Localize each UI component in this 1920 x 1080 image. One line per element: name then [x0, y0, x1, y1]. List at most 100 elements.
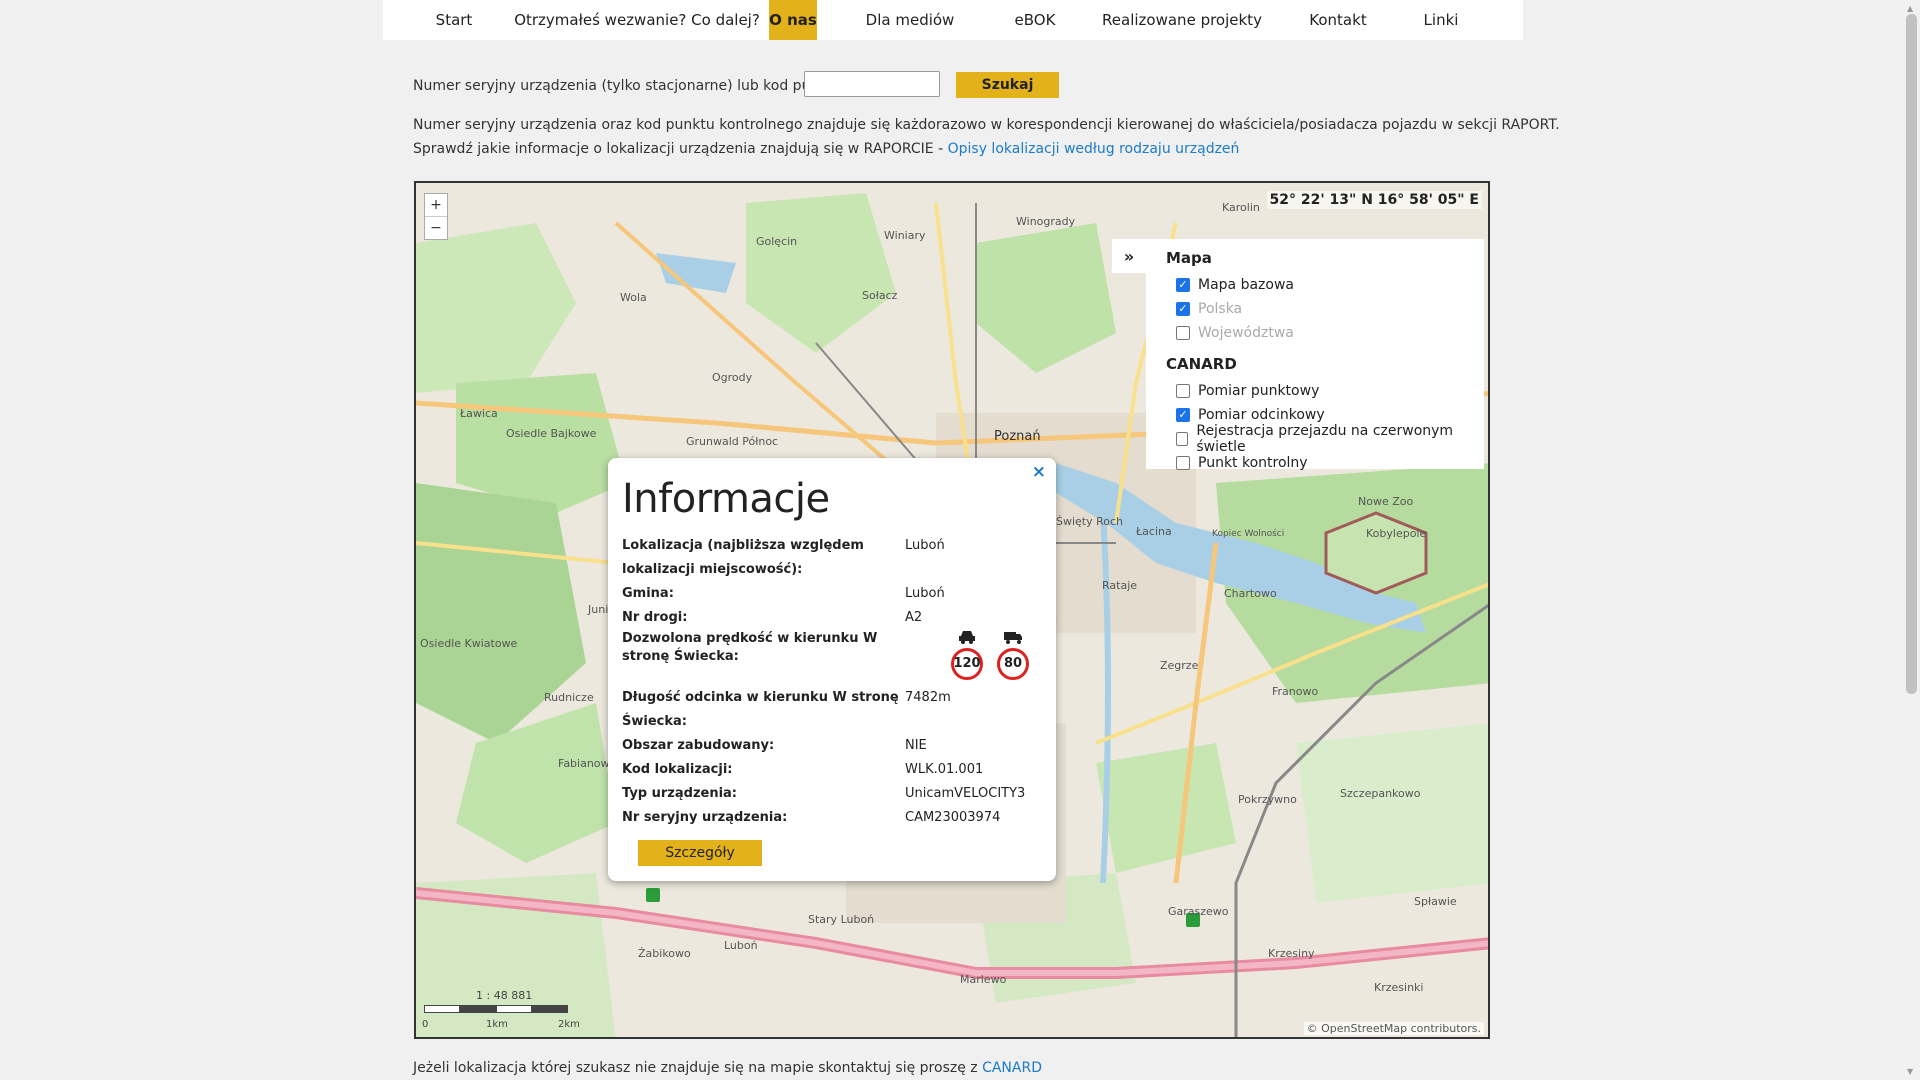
- place-label: Sołacz: [862, 289, 898, 302]
- scrollbar[interactable]: ▲ ▼: [1903, 0, 1920, 1080]
- openstreetmap-link[interactable]: © OpenStreetMap: [1307, 1022, 1408, 1035]
- nav-item-wezwanie[interactable]: Otrzymałeś wezwanie? Co dalej?: [514, 0, 760, 40]
- popup-key: Obszar zabudowany:: [622, 738, 775, 753]
- scale-tick: 2km: [558, 1019, 580, 1030]
- info-text: Numer seryjny urządzenia oraz kod punktu…: [413, 117, 1560, 133]
- nav-item-linki[interactable]: Linki: [1379, 0, 1503, 40]
- place-label: Święty Roch: [1056, 515, 1124, 528]
- popup-row-type: Typ urządzenia: UnicamVELOCITY3: [622, 782, 1042, 806]
- popup-value: 7482m: [905, 690, 951, 705]
- scale-tick: 1km: [486, 1019, 508, 1030]
- popup-value: Luboń: [905, 586, 945, 601]
- layer-label: Polska: [1198, 301, 1243, 317]
- place-label: Szczepankowo: [1340, 787, 1421, 800]
- speed-truck: 80: [997, 630, 1029, 680]
- checkbox[interactable]: [1176, 302, 1190, 316]
- popup-value: A2: [905, 610, 923, 625]
- popup-key: Kod lokalizacji:: [622, 762, 733, 777]
- info-text-2: Sprawdź jakie informacje o lokalizacji u…: [413, 141, 1239, 157]
- place-label: Kopiec Wolności: [1212, 529, 1285, 539]
- speed-limits: 120 80: [905, 630, 1042, 680]
- nav-item-dla-mediow[interactable]: Dla mediów: [817, 0, 1003, 40]
- layer-group-mapa: Mapa: [1166, 249, 1212, 267]
- place-label: Łacina: [1136, 525, 1172, 538]
- nav-item-realizowane-projekty[interactable]: Realizowane projekty: [1067, 0, 1297, 40]
- speed-limit-sign: 80: [997, 648, 1029, 680]
- place-label: Garaszewo: [1168, 905, 1229, 918]
- speed-car: 120: [951, 630, 983, 680]
- nav-item-o-nas[interactable]: O nas: [769, 0, 817, 40]
- nav-item-start[interactable]: Start: [383, 0, 525, 40]
- place-label: Wola: [620, 291, 647, 304]
- scroll-thumb[interactable]: [1906, 14, 1917, 694]
- layer-label: Województwa: [1198, 325, 1294, 341]
- place-label: Żabikowo: [638, 947, 691, 960]
- truck-icon: [1004, 632, 1022, 644]
- location-descriptions-link[interactable]: Opisy lokalizacji według rodzaju urządze…: [948, 141, 1240, 157]
- scale-tick: 0: [422, 1019, 429, 1030]
- popup-row-gmina: Gmina: Luboń: [622, 582, 1042, 606]
- place-label: Nowe Zoo: [1358, 495, 1414, 508]
- place-label: Spławie: [1414, 895, 1457, 908]
- layer-polska[interactable]: Polska: [1166, 297, 1464, 321]
- place-label: Winiary: [884, 229, 926, 242]
- footer-text: Jeżeli lokalizacja której szukasz nie zn…: [413, 1060, 1042, 1076]
- info-text-2-prefix: Sprawdź jakie informacje o lokalizacji u…: [413, 141, 948, 157]
- place-label: Pokrzywno: [1238, 793, 1297, 806]
- place-label: Chartowo: [1224, 587, 1277, 600]
- popup-row-code: Kod lokalizacji: WLK.01.001: [622, 758, 1042, 782]
- serial-number-input[interactable]: [804, 71, 940, 97]
- footer-text-prefix: Jeżeli lokalizacja której szukasz nie zn…: [413, 1060, 983, 1076]
- top-navigation: Start Otrzymałeś wezwanie? Co dalej? O n…: [383, 0, 1523, 40]
- place-label: Ogrody: [712, 371, 753, 384]
- scroll-down-icon[interactable]: ▼: [1907, 1067, 1913, 1076]
- layer-label: Rejestracja przejazdu na czerwonym świet…: [1196, 423, 1454, 455]
- layer-group-canard: CANARD: [1166, 355, 1237, 373]
- car-icon: [959, 631, 975, 644]
- place-label: Golęcin: [756, 235, 798, 248]
- layer-czerwone-swiatlo[interactable]: Rejestracja przejazdu na czerwonym świet…: [1166, 423, 1464, 455]
- popup-row-length: Długość odcinka w kierunku W stronę Świe…: [622, 686, 1042, 734]
- checkbox[interactable]: [1176, 408, 1190, 422]
- popup-value: CAM23003974: [905, 810, 1001, 825]
- details-button[interactable]: Szczegóły: [638, 840, 762, 866]
- layer-mapa-bazowa[interactable]: Mapa bazowa: [1166, 273, 1464, 297]
- canard-link[interactable]: CANARD: [982, 1060, 1042, 1076]
- zoom-out-button[interactable]: −: [425, 216, 447, 239]
- popup-row-built: Obszar zabudowany: NIE: [622, 734, 1042, 758]
- checkbox[interactable]: [1176, 326, 1190, 340]
- checkbox[interactable]: [1176, 432, 1189, 446]
- nav-item-kontakt[interactable]: Kontakt: [1297, 0, 1379, 40]
- search-label: Numer seryjny urządzenia (tylko stacjona…: [413, 78, 847, 94]
- layer-label: Pomiar punktowy: [1198, 383, 1320, 399]
- zoom-in-button[interactable]: +: [425, 194, 447, 216]
- checkbox[interactable]: [1176, 278, 1190, 292]
- close-icon[interactable]: ×: [1032, 462, 1046, 482]
- search-button[interactable]: Szukaj: [956, 72, 1059, 98]
- place-label: Osiedle Bajkowe: [506, 427, 597, 440]
- popup-row-location: Lokalizacja (najbliższa względem lokaliz…: [622, 534, 1042, 582]
- speed-signs: 120 80: [951, 630, 1042, 680]
- layer-wojewodztwa[interactable]: Województwa: [1166, 321, 1464, 345]
- popup-row-road: Nr drogi: A2: [622, 606, 1042, 630]
- zoom-control: + −: [424, 193, 448, 240]
- layers-collapse-button[interactable]: »: [1112, 239, 1146, 273]
- place-label: Grunwald Północ: [686, 435, 779, 448]
- popup-key: Dozwolona prędkość w kierunku W stronę Ś…: [622, 631, 878, 664]
- checkbox[interactable]: [1176, 456, 1190, 470]
- popup-key: Lokalizacja (najbliższa względem lokaliz…: [622, 538, 864, 577]
- popup-value: WLK.01.001: [905, 762, 984, 777]
- place-label: Winogrady: [1016, 215, 1076, 228]
- attribution-text: contributors.: [1407, 1022, 1481, 1035]
- layer-switcher: Mapa Mapa bazowa Polska Województwa CANA…: [1146, 239, 1484, 471]
- map[interactable]: Winiary Golęcin Sołacz Wola Ogrody Ławic…: [414, 181, 1490, 1039]
- map-attribution: © OpenStreetMap contributors.: [1303, 1022, 1484, 1035]
- layer-label: Pomiar odcinkowy: [1198, 407, 1325, 423]
- popup-value: Luboń: [905, 538, 945, 553]
- checkbox[interactable]: [1176, 384, 1190, 398]
- nav-item-ebok[interactable]: eBOK: [1003, 0, 1067, 40]
- layer-pomiar-punktowy[interactable]: Pomiar punktowy: [1166, 379, 1464, 403]
- place-label: Krzesiny: [1268, 947, 1315, 960]
- popup-key: Typ urządzenia:: [622, 786, 738, 801]
- scroll-up-icon[interactable]: ▲: [1907, 4, 1913, 13]
